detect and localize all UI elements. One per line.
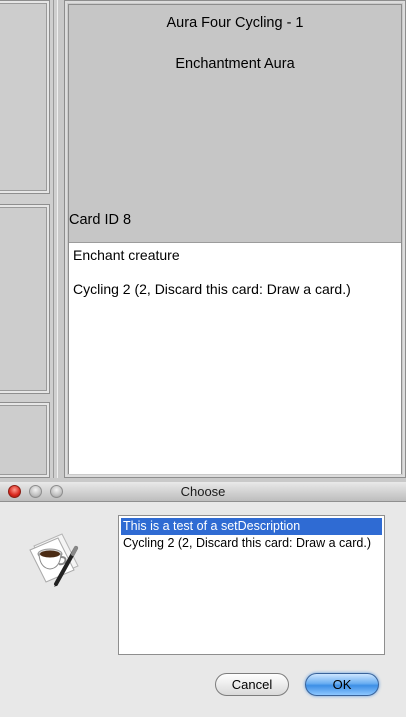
card-slot[interactable]: [0, 204, 50, 394]
cancel-button[interactable]: Cancel: [215, 673, 289, 696]
options-list[interactable]: This is a test of a setDescription Cycli…: [118, 515, 385, 655]
coffee-cup-pen-icon: [26, 524, 90, 588]
divider: [53, 0, 54, 478]
card-id-label: Card ID 8: [69, 212, 132, 228]
card-slot[interactable]: [0, 0, 50, 194]
card-type-line: Enchantment Aura: [175, 56, 295, 72]
card-title: Aura Four Cycling - 1: [166, 15, 304, 31]
card-frame: Aura Four Cycling - 1 Enchantment Aura C…: [68, 4, 402, 474]
rules-line: Cycling 2 (2, Discard this card: Draw a …: [73, 281, 351, 297]
card-rules-text: Enchant creature Cycling 2 (2, Discard t…: [69, 242, 401, 474]
card-detail-panel: Aura Four Cycling - 1 Enchantment Aura C…: [64, 0, 406, 478]
choose-dialog: Choose This is a test of a setDescriptio…: [0, 482, 406, 717]
list-item[interactable]: Cycling 2 (2, Discard this card: Draw a …: [121, 535, 382, 552]
card-list-column: [0, 0, 58, 478]
ok-button[interactable]: OK: [305, 673, 379, 696]
list-item[interactable]: This is a test of a setDescription: [121, 518, 382, 535]
rules-line: Enchant creature: [73, 247, 180, 263]
card-slot[interactable]: [0, 402, 50, 478]
dialog-titlebar[interactable]: Choose: [0, 482, 406, 502]
divider: [57, 0, 58, 478]
dialog-title: Choose: [180, 484, 226, 499]
